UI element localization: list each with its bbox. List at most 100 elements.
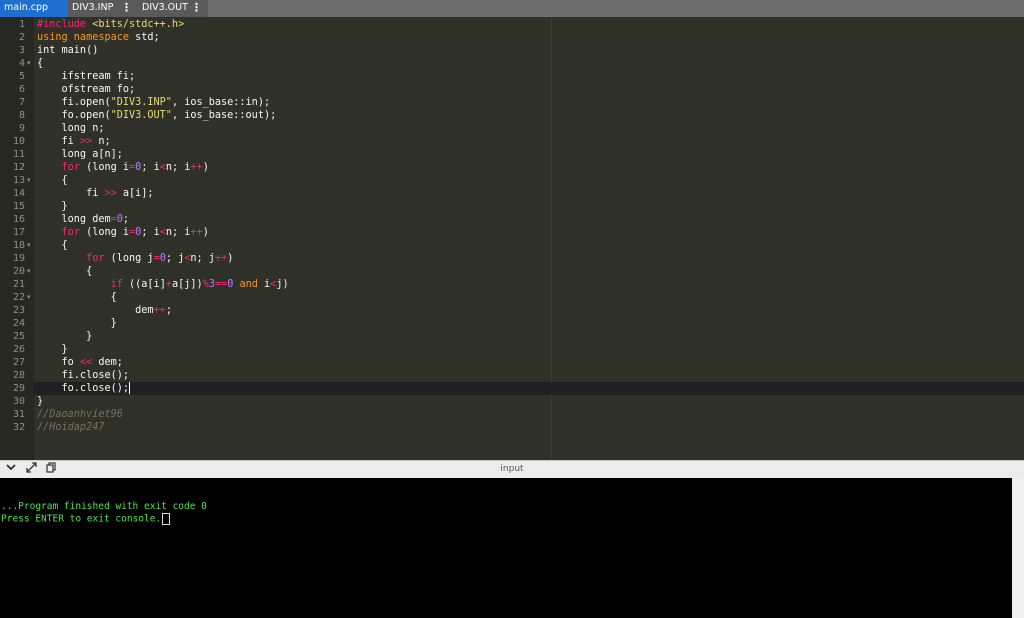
code-text: fo.close(); [37,382,131,395]
code-token: long dem [37,214,111,225]
code-token: "DIV3.INP" [110,97,172,108]
code-line[interactable]: fi.open("DIV3.INP", ios_base::in); [34,96,1024,109]
line-number-gutter: 1 2 3 4 ▾ 5 6 7 8 9 10 11 12 13 ▾ 14 15 16 17 18 ▾ 19 20 ▾ 21 22 ▾… [0,17,34,460]
code-token: ; i [141,227,160,238]
code-text: for (long j=0; j<n; j++) [37,252,233,265]
fold-toggle-icon[interactable]: ▾ [27,57,31,70]
fold-toggle-icon[interactable]: ▾ [27,239,31,252]
code-text: dem++; [37,304,172,317]
code-line[interactable]: //Hoidap247 [34,421,1024,434]
code-line[interactable]: for (long i=0; i<n; i++) [34,226,1024,239]
code-line[interactable]: } [34,330,1024,343]
line-number: 25 [12,331,25,342]
line-number: 7 [18,97,25,108]
line-number: 29 [12,383,25,394]
tab-div3-inp[interactable]: DIV3.INP ⋮ [68,0,138,17]
code-token: long a[n]; [37,149,123,160]
line-number: 18 [12,240,25,251]
line-number: 11 [12,149,25,160]
code-line[interactable]: dem++; [34,304,1024,317]
line-number: 19 [12,253,25,264]
code-line[interactable]: { [34,265,1024,278]
code-text: fi >> n; [37,135,111,148]
line-number: 2 [18,32,25,43]
code-line[interactable]: { [34,174,1024,187]
code-line[interactable]: fi >> a[i]; [34,187,1024,200]
code-line[interactable]: fo.close(); [34,382,1024,395]
code-text: fi >> a[i]; [37,187,154,200]
code-line[interactable]: fo << dem; [34,356,1024,369]
tab-label: DIV3.INP [72,2,114,13]
code-token: dem; [92,357,123,368]
code-token: n; i [165,162,191,173]
code-token: fi.open( [37,97,111,108]
code-token: for [61,227,80,238]
code-line[interactable]: //Daoanhviet96 [34,408,1024,421]
code-token: using namespace [37,32,130,43]
code-area[interactable]: #include <bits/stdc++.h> using namespace … [34,17,1024,460]
code-line[interactable]: ifstream fi; [34,70,1024,83]
code-token: ((a[i] [122,279,166,290]
console-scrollbar[interactable] [1012,478,1024,618]
code-text: fo << dem; [37,356,123,369]
code-line[interactable]: for (long j=0; j<n; j++) [34,252,1024,265]
code-token: a[j]) [171,279,203,290]
fold-toggle-icon[interactable]: ▾ [27,291,31,304]
code-line[interactable]: fo.open("DIV3.OUT", ios_base::out); [34,109,1024,122]
code-token: and [239,279,258,290]
code-line[interactable]: { [34,291,1024,304]
code-token: { [37,175,68,186]
line-number: 15 [12,201,25,212]
code-token: #include [37,19,93,30]
code-line[interactable]: long dem=0; [34,213,1024,226]
code-line[interactable]: if ((a[i]+a[j])%3==0 and i<j) [34,278,1024,291]
code-token: fo [37,357,80,368]
code-line[interactable]: fi >> n; [34,135,1024,148]
code-token: long n; [37,123,105,134]
tab-div3-out[interactable]: DIV3.OUT ⋮ [138,0,208,17]
code-line[interactable]: using namespace std; [34,31,1024,44]
kebab-menu-icon[interactable]: ⋮ [191,0,202,16]
code-line[interactable]: long a[n]; [34,148,1024,161]
console-line: Press ENTER to exit console. [1,513,171,526]
fold-toggle-icon[interactable]: ▾ [27,174,31,187]
code-line[interactable]: } [34,343,1024,356]
code-token: int main() [37,45,99,56]
code-token: ) [202,162,209,173]
code-line[interactable]: for (long i=0; i<n; i++) [34,161,1024,174]
code-text: } [37,317,117,330]
code-token: { [37,58,44,69]
code-line[interactable]: } [34,200,1024,213]
tab-label: main.cpp [4,2,49,13]
code-line[interactable]: } [34,317,1024,330]
code-text: long dem=0; [37,213,130,226]
fold-toggle-icon[interactable]: ▾ [27,265,31,278]
code-token: >> [79,136,93,147]
tab-main-cpp[interactable]: main.cpp [0,0,68,17]
code-line[interactable]: { [34,239,1024,252]
code-token: ofstream fo; [37,84,136,95]
code-token: dem [37,305,154,316]
line-number: 26 [12,344,25,355]
console-output[interactable]: ...Program finished with exit code 0 Pre… [0,478,1012,618]
code-token: ) [227,253,234,264]
code-line[interactable]: fi.close(); [34,369,1024,382]
code-line[interactable]: long n; [34,122,1024,135]
code-line[interactable]: } [34,395,1024,408]
text-cursor [129,382,131,394]
code-line[interactable]: { [34,57,1024,70]
code-token: ++ [190,227,203,238]
code-token: (long j [104,253,154,264]
code-text: ofstream fo; [37,83,136,96]
code-editor[interactable]: 1 2 3 4 ▾ 5 6 7 8 9 10 11 12 13 ▾ 14 15 16 17 18 ▾ 19 20 ▾ 21 22 ▾… [0,17,1024,460]
code-token: ; [122,214,130,225]
line-number: 6 [18,84,25,95]
code-line[interactable]: #include <bits/stdc++.h> [34,18,1024,31]
code-text: //Hoidap247 [37,421,104,434]
code-text: using namespace std; [37,31,160,44]
terminal-cursor [162,513,171,525]
code-line[interactable]: ofstream fo; [34,83,1024,96]
code-text: } [37,343,68,356]
kebab-menu-icon[interactable]: ⋮ [121,0,132,16]
code-line[interactable]: int main() [34,44,1024,57]
